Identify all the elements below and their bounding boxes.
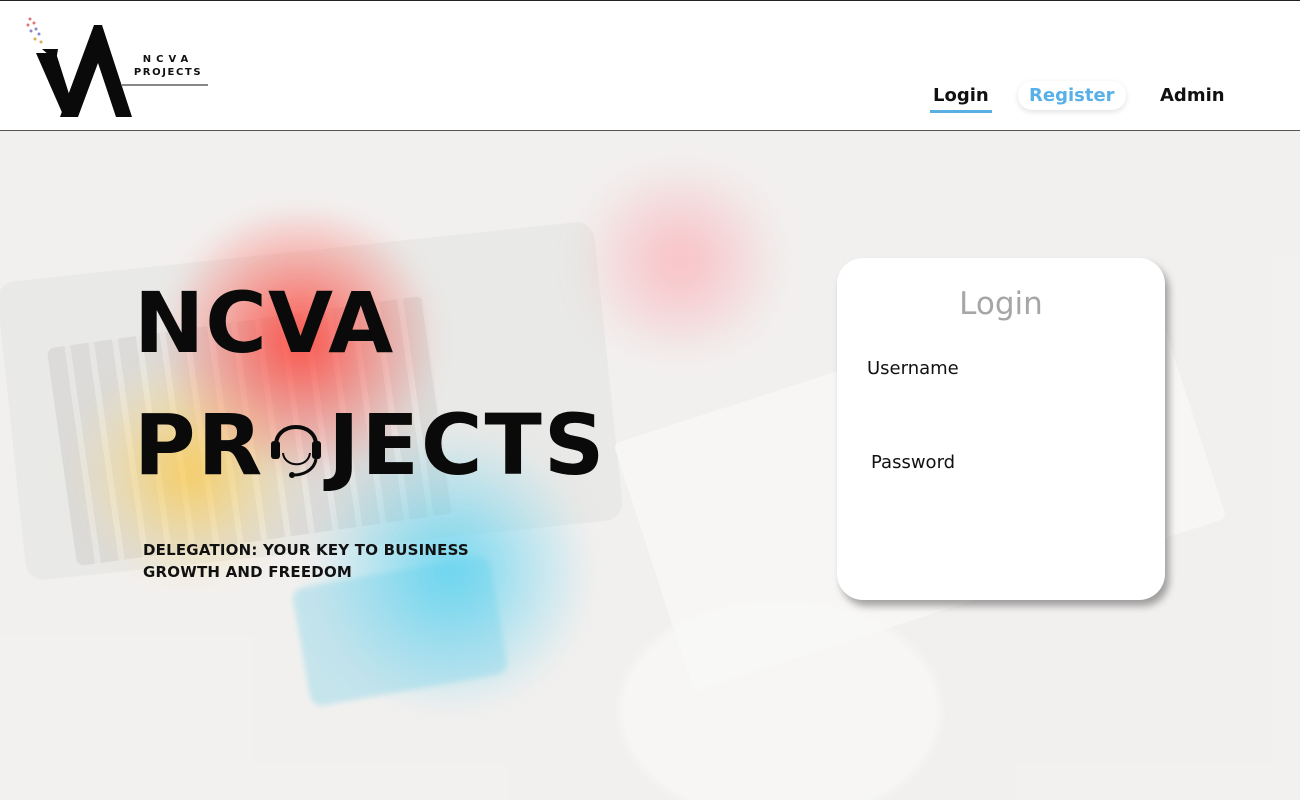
ncva-logo[interactable]: NCVA PROJECTS [22,13,212,121]
logo-mark-icon [26,17,132,117]
login-card-title: Login [959,286,1043,322]
hero-tagline: DELEGATION: YOUR KEY TO BUSINESS GROWTH … [143,541,469,581]
logo-wordmark: NCVA PROJECTS [126,53,210,79]
password-label: Password [871,452,956,473]
nav-register-button[interactable]: Register [1018,81,1126,110]
logo-line1: NCVA [142,54,194,65]
hero-title-line2: PR JECTS [134,403,606,487]
logo-underline [122,84,208,86]
logo-line2: PROJECTS [133,67,203,78]
hero-title-suffix: JECTS [328,396,607,494]
headset-icon [264,407,328,483]
login-card: Login Username Password [837,258,1165,600]
hero-title-line1: NCVA [134,274,395,372]
glow-pink [560,171,800,351]
nav-admin-link[interactable]: Admin [1160,85,1225,106]
password-input[interactable] [871,484,1135,518]
top-header: NCVA PROJECTS Login Register Admin [0,0,1300,131]
hero-section: NCVA PR JECTS DELEGATION: YOUR KEY TO BU… [0,131,1300,800]
nav-login-link[interactable]: Login [930,85,992,113]
username-label: Username [867,358,959,379]
hero-title-prefix: PR [134,396,265,494]
username-input[interactable] [867,390,1135,424]
